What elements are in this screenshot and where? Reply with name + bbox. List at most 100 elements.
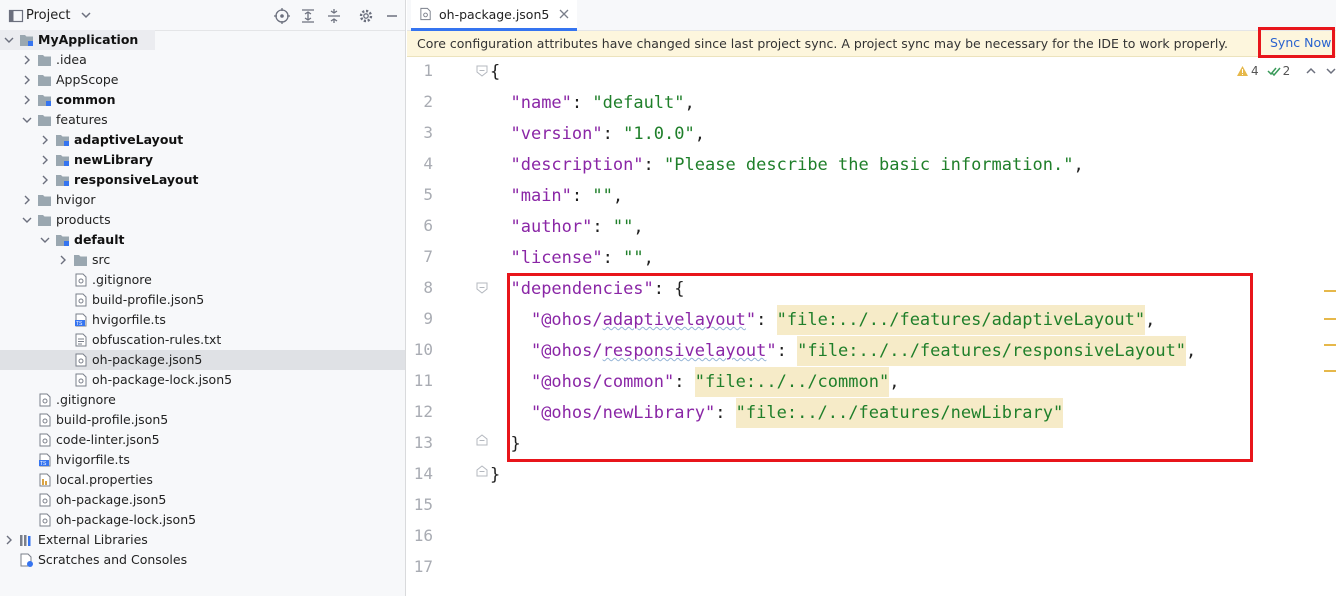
project-view-icon bbox=[8, 9, 24, 23]
tree-item-obfuscation-rules[interactable]: obfuscation-rules.txt bbox=[0, 330, 405, 350]
chevron-right-icon[interactable] bbox=[22, 55, 32, 65]
code-line-14: } bbox=[490, 460, 500, 491]
json-value: "" bbox=[592, 186, 613, 206]
tree-item-code-linter[interactable]: code-linter.json5 bbox=[0, 430, 405, 450]
tree-item-root-oh-package-lock[interactable]: oh-package-lock.json5 bbox=[0, 510, 405, 530]
tree-item-label: AppScope bbox=[56, 72, 119, 87]
tree-item-build-profile[interactable]: build-profile.json5 bbox=[0, 290, 405, 310]
sync-now-link[interactable]: Sync Now bbox=[1270, 35, 1331, 50]
tree-item-oh-package-selected[interactable]: oh-package.json5 bbox=[0, 350, 405, 370]
chevron-right-icon[interactable] bbox=[40, 175, 50, 185]
tree-item-scratches[interactable]: Scratches and Consoles bbox=[0, 550, 405, 570]
tree-item-idea[interactable]: .idea bbox=[0, 50, 405, 70]
sync-notification-banner: Core configuration attributes have chang… bbox=[407, 31, 1336, 57]
dependencies-highlight-box bbox=[507, 273, 1253, 462]
folder-icon bbox=[74, 255, 87, 266]
tree-item-label: hvigorfile.ts bbox=[92, 312, 166, 327]
tree-item-myapplication[interactable]: MyApplication bbox=[0, 30, 155, 50]
chevron-down-icon[interactable] bbox=[4, 35, 14, 45]
json-key: "license" bbox=[510, 248, 603, 268]
json-value: "Please describe the basic information." bbox=[664, 155, 1074, 175]
tree-item-label: MyApplication bbox=[38, 32, 139, 47]
chevron-right-icon[interactable] bbox=[58, 255, 68, 265]
tree-item-gitignore[interactable]: .gitignore bbox=[0, 270, 405, 290]
code-line-3: "version": "1.0.0", bbox=[510, 124, 705, 144]
config-file-icon bbox=[420, 7, 431, 21]
tree-item-products[interactable]: products bbox=[0, 210, 405, 230]
gear-icon[interactable] bbox=[357, 7, 375, 25]
tree-item-label: newLibrary bbox=[74, 152, 154, 167]
folder-icon bbox=[38, 115, 51, 126]
chevron-right-icon[interactable] bbox=[22, 95, 32, 105]
module-folder-icon bbox=[56, 235, 69, 246]
locate-icon[interactable] bbox=[273, 7, 291, 25]
tree-item-label: oh-package.json5 bbox=[56, 492, 167, 507]
tree-item-external-libraries[interactable]: External Libraries bbox=[0, 530, 405, 550]
tree-item-label: External Libraries bbox=[38, 532, 148, 547]
config-file-icon bbox=[75, 353, 87, 367]
brace: { bbox=[490, 62, 501, 82]
ts-file-icon: TS bbox=[75, 313, 87, 327]
tree-item-local-properties[interactable]: local.properties bbox=[0, 470, 405, 490]
properties-file-icon bbox=[39, 473, 51, 487]
chevron-down-icon[interactable] bbox=[80, 9, 92, 21]
tree-item-oh-package-lock[interactable]: oh-package-lock.json5 bbox=[0, 370, 405, 390]
chevron-right-icon[interactable] bbox=[40, 155, 50, 165]
tree-item-root-oh-package[interactable]: oh-package.json5 bbox=[0, 490, 405, 510]
tree-item-label: oh-package.json5 bbox=[92, 352, 203, 367]
tree-item-label: hvigor bbox=[56, 192, 96, 207]
chevron-right-icon[interactable] bbox=[40, 135, 50, 145]
tree-item-newlibrary[interactable]: newLibrary bbox=[0, 150, 405, 170]
code-line-6: "author": "", bbox=[510, 217, 644, 237]
tree-item-responsivelayout[interactable]: responsiveLayout bbox=[0, 170, 405, 190]
chevron-down-icon[interactable] bbox=[22, 215, 32, 225]
config-file-icon bbox=[39, 513, 51, 527]
tree-item-features[interactable]: features bbox=[0, 110, 405, 130]
tree-item-root-hvigorfile[interactable]: TS hvigorfile.ts bbox=[0, 450, 405, 470]
stripe-mark[interactable] bbox=[1324, 344, 1336, 346]
scratches-icon bbox=[20, 553, 33, 567]
stripe-mark[interactable] bbox=[1324, 318, 1336, 320]
project-panel-title[interactable]: Project bbox=[26, 8, 70, 23]
tree-item-common[interactable]: common bbox=[0, 90, 405, 110]
chevron-right-icon[interactable] bbox=[22, 195, 32, 205]
text-file-icon bbox=[75, 333, 87, 347]
tree-item-hvigor[interactable]: hvigor bbox=[0, 190, 405, 210]
tree-item-label: code-linter.json5 bbox=[56, 432, 160, 447]
json-key: "description" bbox=[510, 155, 644, 175]
folder-icon bbox=[38, 215, 51, 226]
tree-item-appscope[interactable]: AppScope bbox=[0, 70, 405, 90]
config-file-icon bbox=[75, 273, 87, 287]
tree-item-default[interactable]: default bbox=[0, 230, 405, 250]
chevron-right-icon[interactable] bbox=[4, 535, 14, 545]
close-icon[interactable] bbox=[559, 9, 569, 19]
module-folder-icon bbox=[20, 35, 33, 46]
tree-item-hvigorfile[interactable]: TS hvigorfile.ts bbox=[0, 310, 405, 330]
project-panel-header: Project bbox=[0, 0, 405, 31]
tree-item-adaptivelayout[interactable]: adaptiveLayout bbox=[0, 130, 405, 150]
module-folder-icon bbox=[56, 135, 69, 146]
stripe-mark[interactable] bbox=[1324, 290, 1336, 292]
tree-item-src[interactable]: src bbox=[0, 250, 405, 270]
chevron-down-icon[interactable] bbox=[22, 115, 32, 125]
tree-item-label: default bbox=[74, 232, 125, 247]
sync-now-highlight: Sync Now bbox=[1258, 27, 1335, 58]
folder-icon bbox=[38, 195, 51, 206]
hide-icon[interactable] bbox=[383, 7, 401, 25]
tree-item-root-build-profile[interactable]: build-profile.json5 bbox=[0, 410, 405, 430]
tab-oh-package-json5[interactable]: oh-package.json5 bbox=[411, 0, 578, 31]
tree-item-label: local.properties bbox=[56, 472, 153, 487]
tree-item-label: Scratches and Consoles bbox=[38, 552, 188, 567]
module-folder-icon bbox=[56, 155, 69, 166]
collapse-all-icon[interactable] bbox=[325, 7, 343, 25]
chevron-right-icon[interactable] bbox=[22, 75, 32, 85]
tree-item-label: products bbox=[56, 212, 111, 227]
code-line-4: "description": "Please describe the basi… bbox=[510, 155, 1084, 175]
code-line-1: { bbox=[490, 57, 500, 88]
tree-item-root-gitignore[interactable]: .gitignore bbox=[0, 390, 405, 410]
folder-icon bbox=[38, 55, 51, 66]
chevron-down-icon[interactable] bbox=[40, 235, 50, 245]
config-file-icon bbox=[39, 493, 51, 507]
stripe-mark[interactable] bbox=[1324, 370, 1336, 372]
expand-all-icon[interactable] bbox=[299, 7, 317, 25]
